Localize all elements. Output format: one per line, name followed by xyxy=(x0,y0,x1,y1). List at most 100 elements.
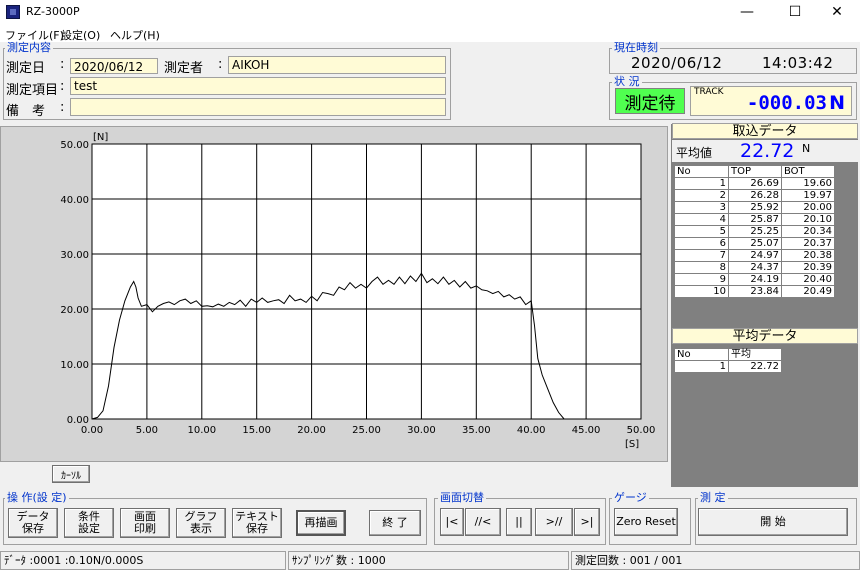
table-cell: 2 xyxy=(674,189,729,202)
remarks-field[interactable] xyxy=(70,98,446,116)
table-row[interactable]: 1 26.69 19.60 xyxy=(674,177,835,190)
column-header: TOP xyxy=(728,165,782,178)
average-value-row: 平均値 22.72 N xyxy=(672,140,858,162)
track-value: -000.03 xyxy=(746,92,827,114)
status-sampling: ｻﾝﾌﾟﾘﾝｸﾞ数 : 1000 xyxy=(288,551,569,570)
operation-button-1[interactable]: データ 保存 xyxy=(8,508,58,538)
status-data: ﾃﾞｰﾀ :0001 :0.10N/0.000S xyxy=(0,551,286,570)
table-cell: 20.10 xyxy=(781,213,835,226)
force-chart: 0.00 5.00 10.00 15.00 20.00 25.00 30.00 35.00 40… xyxy=(60,132,656,450)
table-cell: 26.28 xyxy=(728,189,782,202)
close-button[interactable]: ✕ xyxy=(814,0,860,24)
y-tick-label: 50.00 xyxy=(60,140,89,151)
app-icon xyxy=(6,5,20,19)
table-cell: 23.84 xyxy=(728,285,782,298)
table-cell: 20.49 xyxy=(781,285,835,298)
menu-bar: ファイル(F) 設定(O) ヘルプ(H) xyxy=(0,24,860,42)
last-button[interactable]: >| xyxy=(574,508,600,536)
x-tick-label: 45.00 xyxy=(572,425,601,436)
table-cell: 1 xyxy=(674,360,729,373)
table-row[interactable]: 1 22.72 xyxy=(674,360,782,373)
x-axis-label: [S] xyxy=(625,439,639,450)
table-row[interactable]: 3 25.92 20.00 xyxy=(674,201,835,214)
menu-help[interactable]: ヘルプ(H) xyxy=(110,27,160,43)
table-row[interactable]: 6 25.07 20.37 xyxy=(674,237,835,250)
x-tick-label: 10.00 xyxy=(187,425,216,436)
table-cell: 25.07 xyxy=(728,237,782,250)
table-cell: 20.00 xyxy=(781,201,835,214)
table-row[interactable]: 2 26.28 19.97 xyxy=(674,189,835,202)
x-tick-label: 40.00 xyxy=(517,425,546,436)
x-tick-label: 0.00 xyxy=(81,425,103,436)
state-indicator: 測定待 xyxy=(615,88,685,114)
table-cell: 5 xyxy=(674,225,729,238)
x-tick-label: 15.00 xyxy=(242,425,271,436)
clock-time: 14:03:42 xyxy=(762,54,834,72)
track-unit: N xyxy=(829,92,845,114)
table-cell: 20.39 xyxy=(781,261,835,274)
average-value-label: 平均値 xyxy=(676,146,713,160)
cursor-button[interactable]: ｶｰｿﾙ xyxy=(52,465,90,483)
operation-button-3[interactable]: 画面 印刷 xyxy=(120,508,170,538)
track-label: TRACK xyxy=(694,87,724,97)
table-cell: 10 xyxy=(674,285,729,298)
x-tick-label: 35.00 xyxy=(462,425,491,436)
minimize-button[interactable]: — xyxy=(724,0,770,24)
date-field[interactable]: 2020/06/12 xyxy=(70,58,158,74)
date-colon: : xyxy=(60,57,65,72)
x-tick-label: 5.00 xyxy=(136,425,158,436)
table-cell: 26.69 xyxy=(728,177,782,190)
next-button[interactable]: >// xyxy=(535,508,573,536)
table-cell: 20.37 xyxy=(781,237,835,250)
x-tick-label: 20.00 xyxy=(297,425,326,436)
table-cell: 24.97 xyxy=(728,249,782,262)
y-tick-label: 40.00 xyxy=(60,195,89,206)
table-cell: 22.72 xyxy=(728,360,782,373)
table-cell: 20.40 xyxy=(781,273,835,286)
table-cell: 8 xyxy=(674,261,729,274)
table-cell: 3 xyxy=(674,201,729,214)
track-display: TRACK -000.03 N xyxy=(690,86,852,116)
operation-button-2[interactable]: 条件 設定 xyxy=(64,508,114,538)
exit-button[interactable]: 終 了 xyxy=(369,510,421,536)
table-cell: 24.19 xyxy=(728,273,782,286)
operator-colon: : xyxy=(218,57,223,72)
menu-settings[interactable]: 設定(O) xyxy=(61,27,100,43)
table-cell: 4 xyxy=(674,213,729,226)
first-button[interactable]: |< xyxy=(440,508,464,536)
y-tick-label: 20.00 xyxy=(60,305,89,316)
table-cell: 20.38 xyxy=(781,249,835,262)
button-line: 表示 xyxy=(190,522,212,535)
operation-button-4[interactable]: グラフ 表示 xyxy=(176,508,226,538)
x-tick-label: 30.00 xyxy=(407,425,436,436)
start-button[interactable]: 開 始 xyxy=(698,508,848,536)
table-header-row: No 平均 xyxy=(674,348,782,361)
operator-field[interactable]: AIKOH xyxy=(228,56,446,74)
zero-reset-button[interactable]: Zero Reset xyxy=(614,508,678,536)
title-bar: RZ-3000P — ☐ ✕ xyxy=(0,0,860,24)
prev-button[interactable]: //< xyxy=(465,508,501,536)
window-title: RZ-3000P xyxy=(26,5,80,18)
pause-button[interactable]: || xyxy=(506,508,532,536)
table-cell: 9 xyxy=(674,273,729,286)
table-row[interactable]: 8 24.37 20.39 xyxy=(674,261,835,274)
date-label: 測定日 xyxy=(6,61,46,76)
table-row[interactable]: 9 24.19 20.40 xyxy=(674,273,835,286)
redraw-button[interactable]: 再描画 xyxy=(296,510,346,536)
table-cell: 6 xyxy=(674,237,729,250)
status-group-label: 状 況 xyxy=(612,75,642,88)
table-cell: 19.60 xyxy=(781,177,835,190)
table-row[interactable]: 10 23.84 20.49 xyxy=(674,285,835,298)
table-cell: 25.92 xyxy=(728,201,782,214)
item-field[interactable]: test xyxy=(70,77,446,95)
table-row[interactable]: 5 25.25 20.34 xyxy=(674,225,835,238)
maximize-button[interactable]: ☐ xyxy=(772,0,818,24)
table-row[interactable]: 7 24.97 20.38 xyxy=(674,249,835,262)
x-tick-label: 50.00 xyxy=(627,425,656,436)
table-row[interactable]: 4 25.87 20.10 xyxy=(674,213,835,226)
capture-data-table: No TOP BOT 1 26.69 19.60 2 26.28 19.97 3 25.92 20.0… xyxy=(674,165,835,298)
gauge-group-label: ゲージ xyxy=(612,491,649,504)
operation-button-5[interactable]: テキスト 保存 xyxy=(232,508,282,538)
screen-switch-group-label: 画面切替 xyxy=(438,491,486,504)
average-data-table: No 平均 1 22.72 xyxy=(674,348,782,373)
